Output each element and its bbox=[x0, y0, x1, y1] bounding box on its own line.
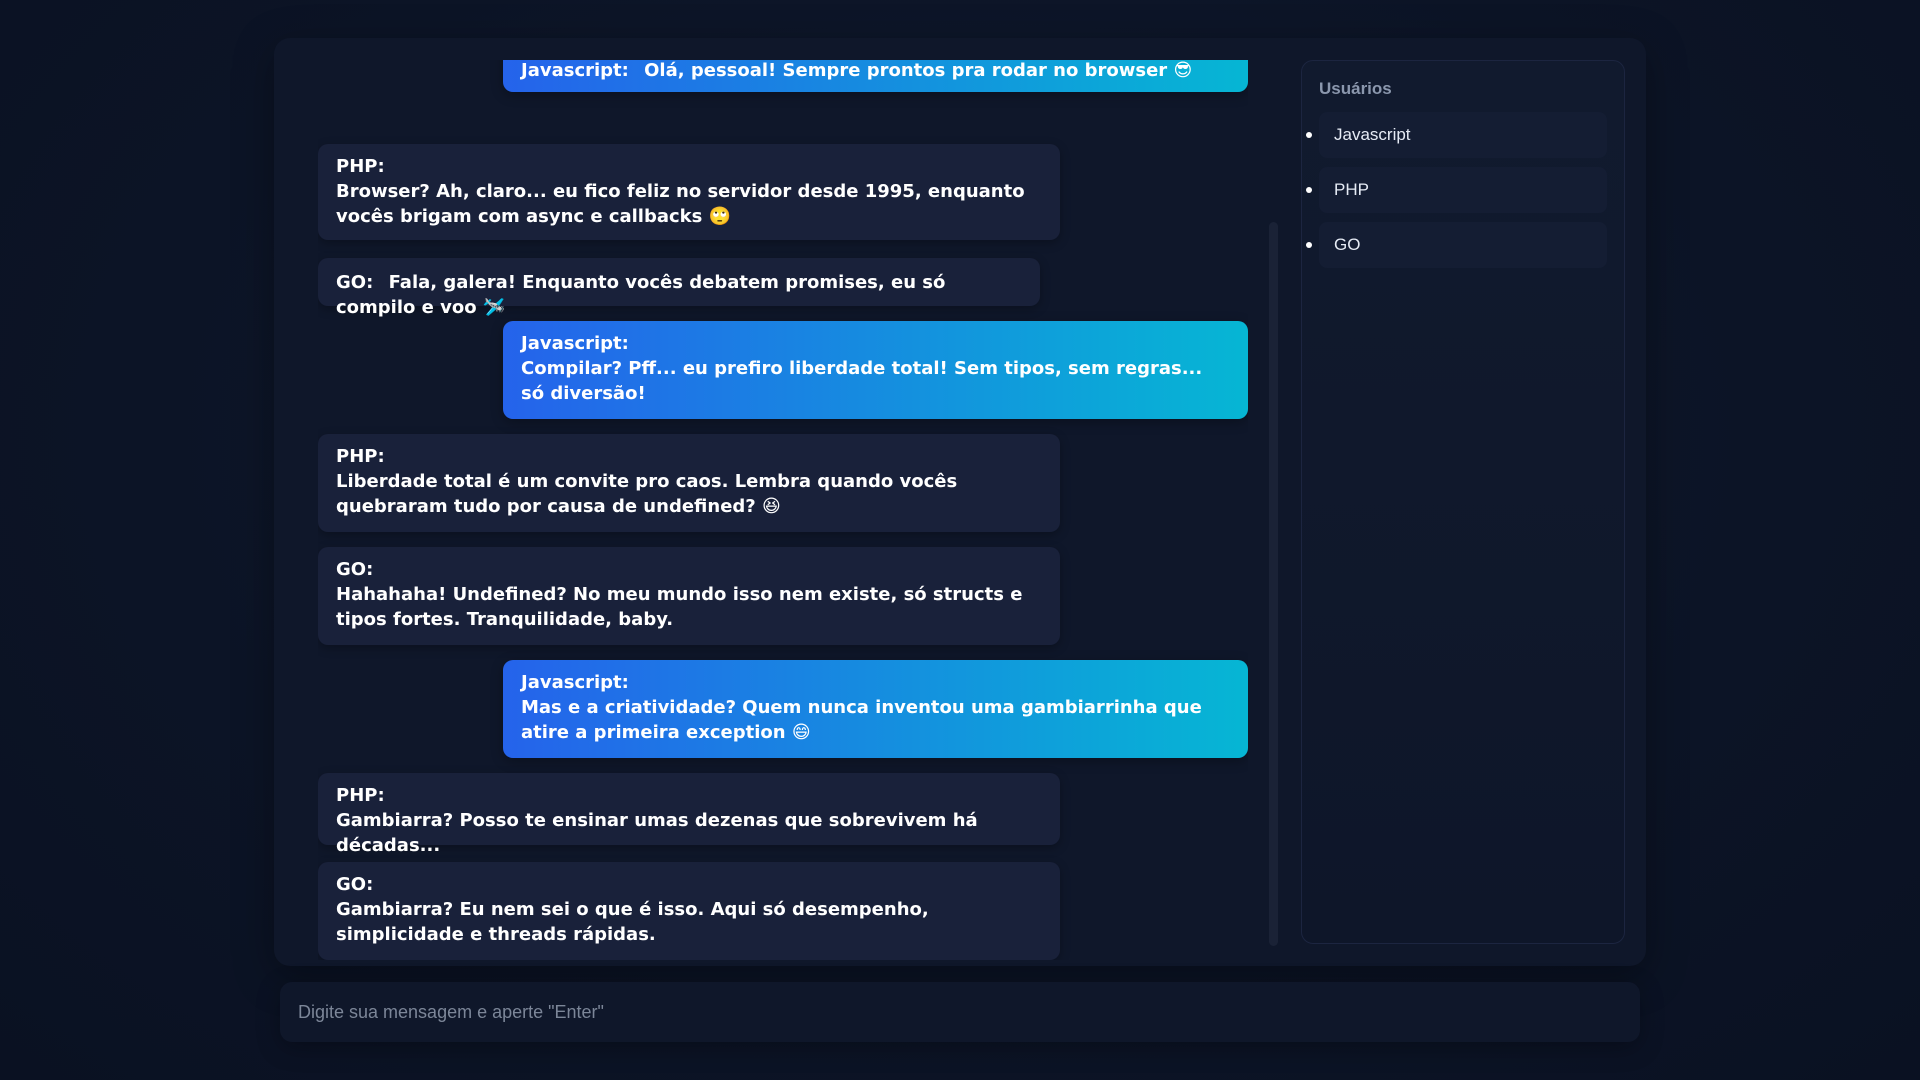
message-text: Fala, galera! Enquanto vocês debatem pro… bbox=[336, 272, 946, 318]
message-sender: GO: bbox=[336, 874, 374, 895]
message-text: Browser? Ah, claro... eu fico feliz no s… bbox=[336, 181, 1025, 227]
user-item-javascript[interactable]: Javascript bbox=[1306, 112, 1607, 158]
user-name: PHP bbox=[1334, 180, 1369, 199]
user-name: Javascript bbox=[1334, 125, 1411, 144]
message-list[interactable]: Javascript: Olá, pessoal! Sempre prontos… bbox=[318, 60, 1248, 960]
user-item-php[interactable]: PHP bbox=[1306, 167, 1607, 213]
message-sender: GO: bbox=[336, 272, 374, 293]
bullet-icon bbox=[1306, 132, 1312, 138]
bullet-icon bbox=[1306, 187, 1312, 193]
message-bubble: Javascript: Mas e a criatividade? Quem n… bbox=[503, 660, 1248, 758]
message-bubble: GO: Gambiarra? Eu nem sei o que é isso. … bbox=[318, 862, 1060, 960]
bullet-icon bbox=[1306, 242, 1312, 248]
users-title: Usuários bbox=[1319, 79, 1392, 98]
message-sender: Javascript: bbox=[521, 672, 629, 693]
message-sender: Javascript: bbox=[521, 60, 629, 81]
message-bubble: PHP: Browser? Ah, claro... eu fico feliz… bbox=[318, 144, 1060, 240]
message-input-bar bbox=[280, 982, 1640, 1042]
user-item-go[interactable]: GO bbox=[1306, 222, 1607, 268]
message-text: Olá, pessoal! Sempre prontos pra rodar n… bbox=[644, 60, 1193, 81]
message-text: Hahahaha! Undefined? No meu mundo isso n… bbox=[336, 584, 1023, 630]
users-panel: Usuários Javascript PHP GO bbox=[1301, 60, 1625, 944]
message-sender: PHP: bbox=[336, 785, 385, 806]
message-sender: PHP: bbox=[336, 446, 385, 467]
message-bubble: GO: Fala, galera! Enquanto vocês debatem… bbox=[318, 258, 1040, 318]
message-text: Mas e a criatividade? Quem nunca invento… bbox=[521, 697, 1202, 743]
message-sender: GO: bbox=[336, 559, 374, 580]
message-bubble: Javascript: Olá, pessoal! Sempre prontos… bbox=[503, 60, 1248, 92]
message-bubble: PHP: Liberdade total é um convite pro ca… bbox=[318, 434, 1060, 532]
message-bubble: PHP: Gambiarra? Posso te ensinar umas de… bbox=[318, 773, 1060, 856]
message-sender: PHP: bbox=[336, 156, 385, 177]
user-name: GO bbox=[1334, 235, 1361, 254]
message-text: Compilar? Pff... eu prefiro liberdade to… bbox=[521, 358, 1203, 404]
message-sender: Javascript: bbox=[521, 333, 629, 354]
message-text: Gambiarra? Posso te ensinar umas dezenas… bbox=[336, 810, 978, 856]
message-input[interactable] bbox=[280, 982, 1640, 1042]
message-text: Gambiarra? Eu nem sei o que é isso. Aqui… bbox=[336, 899, 929, 945]
chat-panel: Javascript: Olá, pessoal! Sempre prontos… bbox=[274, 38, 1646, 966]
message-scrollbar[interactable] bbox=[1269, 222, 1278, 946]
message-bubble: Javascript: Compilar? Pff... eu prefiro … bbox=[503, 321, 1248, 419]
message-text: Liberdade total é um convite pro caos. L… bbox=[336, 471, 958, 517]
message-bubble: GO: Hahahaha! Undefined? No meu mundo is… bbox=[318, 547, 1060, 645]
